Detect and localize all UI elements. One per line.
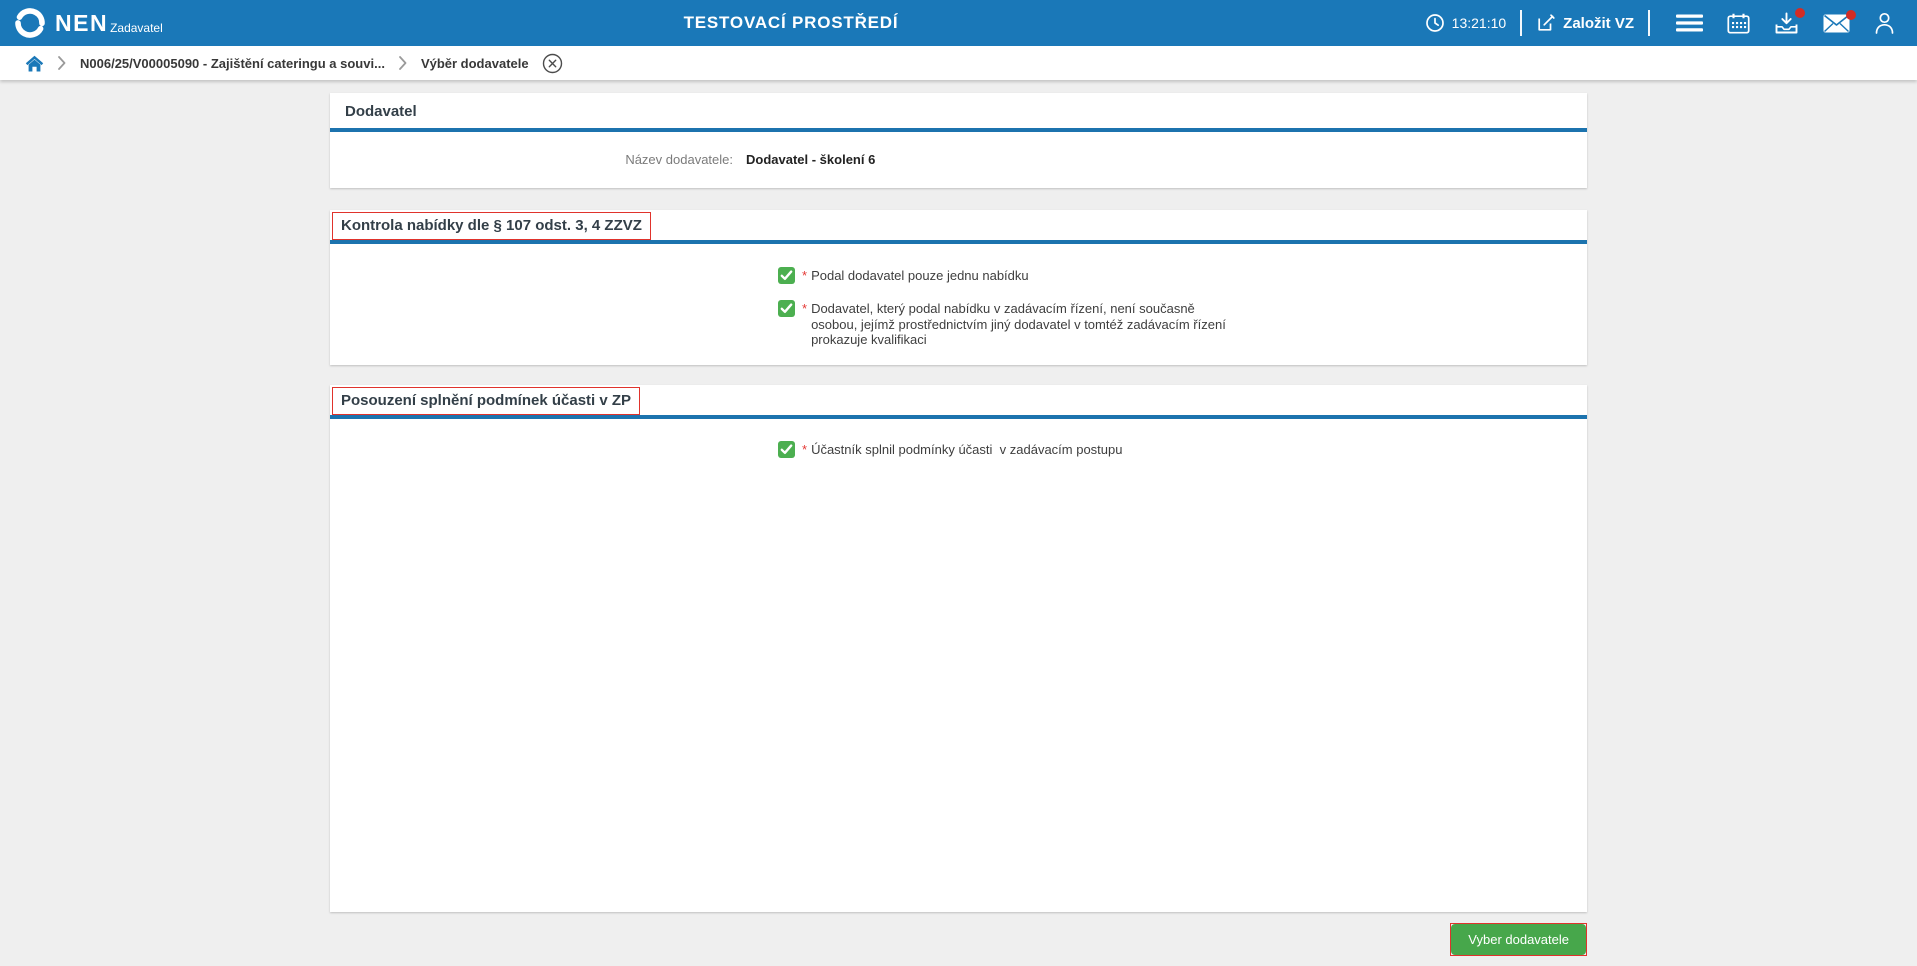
required-mark: * — [802, 442, 808, 457]
assessment-section-title: Posouzení splnění podmínek účasti v ZP — [332, 387, 641, 415]
header-actions: 13:21:10 Založit VZ — [1425, 0, 1907, 46]
checkbox-label: Podal dodavatel pouze jednu nabídku — [811, 268, 1029, 283]
calendar-icon — [1727, 13, 1750, 34]
supplier-panel: Dodavatel Název dodavatele: Dodavatel - … — [330, 93, 1587, 188]
offer-control-section-title: Kontrola nabídky dle § 107 odst. 3, 4 ZZ… — [332, 212, 651, 240]
current-time: 13:21:10 — [1451, 15, 1507, 31]
checkmark-icon — [780, 303, 793, 313]
menu-icon — [1676, 14, 1703, 32]
section-divider — [330, 240, 1587, 244]
menu-button[interactable] — [1676, 13, 1703, 33]
footer-actions: Vyber dodavatele — [330, 923, 1587, 956]
section-divider — [330, 128, 1587, 132]
mail-button[interactable] — [1823, 9, 1856, 33]
checkbox-row-not-same-person: * Dodavatel, který podal nabídku v zadáv… — [330, 300, 1587, 348]
breadcrumb-item-current[interactable]: Výběr dodavatele — [421, 56, 529, 71]
breadcrumb: N006/25/V00005090 - Zajištění cateringu … — [0, 46, 1917, 80]
inbox-download-button[interactable] — [1774, 7, 1805, 35]
logo-title: NEN — [55, 9, 109, 36]
create-vz-label: Založit VZ — [1563, 14, 1634, 32]
offer-control-panel: Kontrola nabídky dle § 107 odst. 3, 4 ZZ… — [330, 210, 1587, 365]
checkmark-icon — [780, 270, 793, 280]
edit-icon — [1538, 14, 1555, 31]
notification-badge — [1846, 9, 1856, 20]
checkbox-row-single-offer: * Podal dodavatel pouze jednu nabídku — [330, 267, 1587, 284]
section-divider — [330, 415, 1587, 419]
app-logo[interactable]: NEN Zadavatel — [12, 5, 163, 41]
app-header: NEN Zadavatel TESTOVACÍ PROSTŘEDÍ 13:21:… — [0, 0, 1917, 46]
create-vz-button[interactable]: Založit VZ — [1536, 13, 1634, 33]
chevron-right-icon — [58, 56, 66, 70]
checkbox-checked[interactable] — [778, 441, 795, 458]
main-content: Dodavatel Název dodavatele: Dodavatel - … — [330, 93, 1587, 956]
required-mark: * — [802, 268, 808, 283]
home-icon — [25, 55, 44, 71]
checkbox-checked[interactable] — [778, 300, 795, 317]
notification-badge — [1795, 7, 1805, 18]
user-icon — [1875, 12, 1894, 34]
close-tab-button[interactable] — [542, 53, 563, 74]
supplier-name-label: Název dodavatele: — [625, 152, 733, 167]
environment-title: TESTOVACÍ PROSTŘEDÍ — [683, 13, 899, 32]
user-button[interactable] — [1874, 12, 1895, 34]
close-icon — [542, 53, 562, 73]
logo-subtitle: Zadavatel — [110, 20, 163, 35]
checkbox-row-conditions-met: * Účastník splnil podmínky účasti v zadá… — [330, 441, 1587, 458]
chevron-right-icon — [399, 56, 407, 70]
checkbox-checked[interactable] — [778, 267, 795, 284]
supplier-name-value: Dodavatel - školení 6 — [746, 152, 876, 167]
divider — [1520, 10, 1523, 36]
checkbox-label: Účastník splnil podmínky účasti v zadáva… — [811, 442, 1123, 457]
breadcrumb-item-procurement[interactable]: N006/25/V00005090 - Zajištění cateringu … — [80, 56, 385, 71]
clock-display: 13:21:10 — [1425, 13, 1507, 33]
supplier-section-title: Dodavatel — [345, 103, 417, 120]
select-supplier-button-highlight: Vyber dodavatele — [1450, 923, 1587, 956]
supplier-name-row: Název dodavatele: Dodavatel - školení 6 — [330, 152, 1587, 167]
select-supplier-button[interactable]: Vyber dodavatele — [1451, 924, 1586, 955]
required-mark: * — [802, 301, 808, 316]
clock-icon — [1425, 14, 1444, 32]
checkbox-label: Dodavatel, který podal nabídku v zadávac… — [811, 301, 1226, 347]
home-button[interactable] — [25, 55, 44, 72]
conditions-assessment-panel: Posouzení splnění podmínek účasti v ZP *… — [330, 385, 1587, 912]
nen-logo-icon — [15, 8, 45, 38]
checkmark-icon — [780, 444, 793, 454]
divider — [1648, 10, 1650, 36]
calendar-button[interactable] — [1727, 13, 1750, 34]
